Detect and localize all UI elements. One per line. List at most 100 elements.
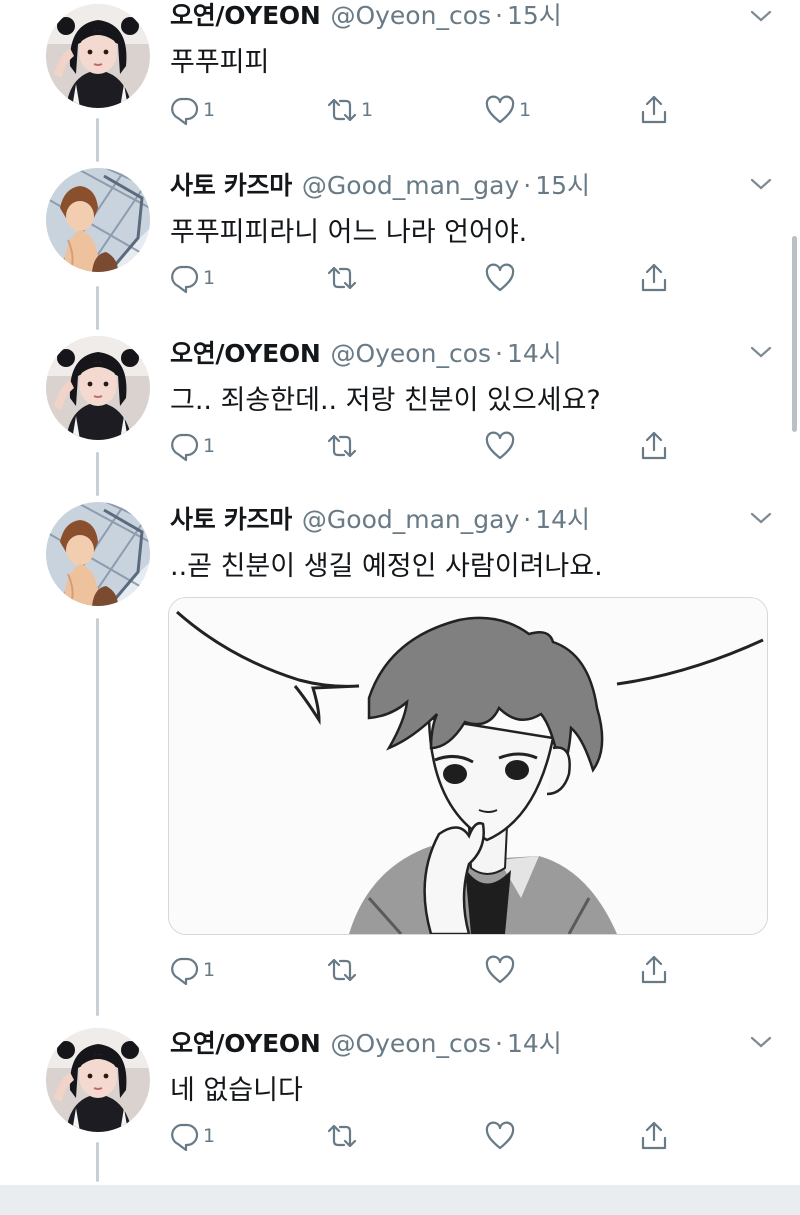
timestamp[interactable]: 15시: [507, 0, 562, 32]
retweet-button[interactable]: [326, 428, 361, 464]
share-button[interactable]: [638, 428, 670, 464]
chevron-down-icon[interactable]: [748, 508, 774, 528]
reply-icon: [171, 433, 199, 462]
reply-icon: [171, 1123, 199, 1152]
heart-icon: [485, 263, 515, 292]
display-name[interactable]: 오연/OYEON: [170, 0, 321, 32]
reply-count: 1: [203, 1125, 216, 1147]
avatar-kazuma-image: [46, 168, 150, 272]
avatar-kazuma-image: [46, 502, 150, 606]
tweet-text: 푸푸피피라니 어느 나라 언어야.: [170, 217, 528, 248]
share-icon: [641, 95, 667, 124]
reply-icon: [171, 97, 199, 126]
heart-icon: [485, 955, 515, 984]
tweet-header: 오연/OYEON @Oyeon_cos · 15시: [170, 0, 562, 30]
tweet-actions: 1: [168, 428, 678, 464]
retweet-count: 1: [361, 99, 374, 121]
tweet-header: 오연/OYEON @Oyeon_cos · 14시: [170, 334, 562, 368]
reply-icon: [171, 957, 199, 986]
reply-count: 1: [203, 99, 216, 121]
like-button[interactable]: [484, 1118, 519, 1154]
retweet-button[interactable]: [326, 952, 361, 988]
tweet[interactable]: 오연/OYEON @Oyeon_cos · 15시 푸푸피피 1 1 1: [0, 0, 800, 130]
retweet-icon: [327, 1124, 357, 1148]
retweet-button[interactable]: [326, 1118, 361, 1154]
tweet-text: 그.. 죄송한데.. 저랑 친분이 있으세요?: [170, 385, 601, 416]
tweet-header: 사토 카즈마 @Good_man_gay · 15시: [170, 166, 590, 200]
reply-icon: [171, 265, 199, 294]
separator-dot: ·: [495, 339, 503, 368]
display-name[interactable]: 사토 카즈마: [170, 500, 292, 536]
reply-button[interactable]: 1: [168, 1118, 215, 1154]
avatar[interactable]: [46, 502, 150, 606]
avatar[interactable]: [46, 1028, 150, 1132]
heart-icon: [485, 431, 515, 460]
tweet-text: 네 없습니다: [170, 1075, 303, 1106]
reply-count: 1: [203, 267, 216, 289]
avatar-oyeon-image: [46, 4, 150, 108]
username[interactable]: @Good_man_gay: [302, 171, 519, 200]
tweet[interactable]: 오연/OYEON @Oyeon_cos · 14시 네 없습니다 1: [0, 1024, 800, 1164]
tweet-actions: 1 1 1: [168, 92, 678, 128]
display-name[interactable]: 사토 카즈마: [170, 166, 292, 202]
chevron-down-icon[interactable]: [748, 174, 774, 194]
avatar[interactable]: [46, 336, 150, 440]
timestamp[interactable]: 14시: [507, 1024, 562, 1060]
tweet-actions: 1: [168, 260, 678, 296]
share-button[interactable]: [638, 1118, 670, 1154]
reply-count: 1: [203, 435, 216, 457]
tweet[interactable]: 사토 카즈마 @Good_man_gay · 15시 푸푸피피라니 어느 나라 …: [0, 166, 800, 296]
reply-button[interactable]: 1: [168, 952, 215, 988]
reply-button[interactable]: 1: [168, 428, 215, 464]
chevron-down-icon[interactable]: [748, 342, 774, 362]
timestamp[interactable]: 15시: [535, 166, 590, 202]
separator-dot: ·: [523, 171, 532, 200]
share-button[interactable]: [638, 260, 670, 296]
tweet[interactable]: 오연/OYEON @Oyeon_cos · 14시 그.. 죄송한데.. 저랑 …: [0, 334, 800, 464]
retweet-icon: [327, 434, 357, 458]
reply-count: 1: [203, 959, 216, 981]
timestamp[interactable]: 14시: [507, 334, 562, 370]
username[interactable]: @Oyeon_cos: [330, 1029, 491, 1058]
share-icon: [641, 431, 667, 460]
like-button[interactable]: 1: [484, 92, 531, 128]
like-button[interactable]: [484, 260, 519, 296]
reply-button[interactable]: 1: [168, 260, 215, 296]
avatar[interactable]: [46, 4, 150, 108]
bottom-bar: [0, 1185, 800, 1215]
username[interactable]: @Oyeon_cos: [330, 1, 491, 30]
timestamp[interactable]: 14시: [535, 500, 590, 536]
share-button[interactable]: [638, 952, 670, 988]
heart-icon: [485, 95, 515, 124]
separator-dot: ·: [523, 505, 532, 534]
tweet-actions: 1: [168, 952, 678, 988]
retweet-icon: [327, 958, 357, 982]
avatar-oyeon-image: [46, 336, 150, 440]
share-button[interactable]: [638, 92, 670, 128]
share-icon: [641, 263, 667, 292]
retweet-icon: [327, 98, 357, 122]
tweet-actions: 1: [168, 1118, 678, 1154]
chevron-down-icon[interactable]: [748, 6, 774, 26]
username[interactable]: @Good_man_gay: [302, 505, 519, 534]
tweet-header: 오연/OYEON @Oyeon_cos · 14시: [170, 1024, 562, 1058]
username[interactable]: @Oyeon_cos: [330, 339, 491, 368]
reply-button[interactable]: 1: [168, 92, 215, 128]
avatar-oyeon-image: [46, 1028, 150, 1132]
avatar[interactable]: [46, 168, 150, 272]
display-name[interactable]: 오연/OYEON: [170, 1024, 321, 1060]
like-count: 1: [519, 99, 532, 121]
tweet-text: 푸푸피피: [170, 47, 270, 78]
scrollbar[interactable]: [792, 236, 797, 432]
retweet-button[interactable]: 1: [326, 92, 373, 128]
tweet-thread: 오연/OYEON @Oyeon_cos · 15시 푸푸피피 1 1 1 사토 …: [0, 0, 800, 1185]
display-name[interactable]: 오연/OYEON: [170, 334, 321, 370]
tweet[interactable]: 사토 카즈마 @Good_man_gay · 14시 ..곧 친분이 생길 예정…: [0, 500, 800, 990]
heart-icon: [485, 1121, 515, 1150]
like-button[interactable]: [484, 428, 519, 464]
like-button[interactable]: [484, 952, 519, 988]
retweet-button[interactable]: [326, 260, 361, 296]
manga-illustration: [169, 598, 767, 934]
chevron-down-icon[interactable]: [748, 1032, 774, 1052]
tweet-media-image[interactable]: [168, 597, 768, 935]
